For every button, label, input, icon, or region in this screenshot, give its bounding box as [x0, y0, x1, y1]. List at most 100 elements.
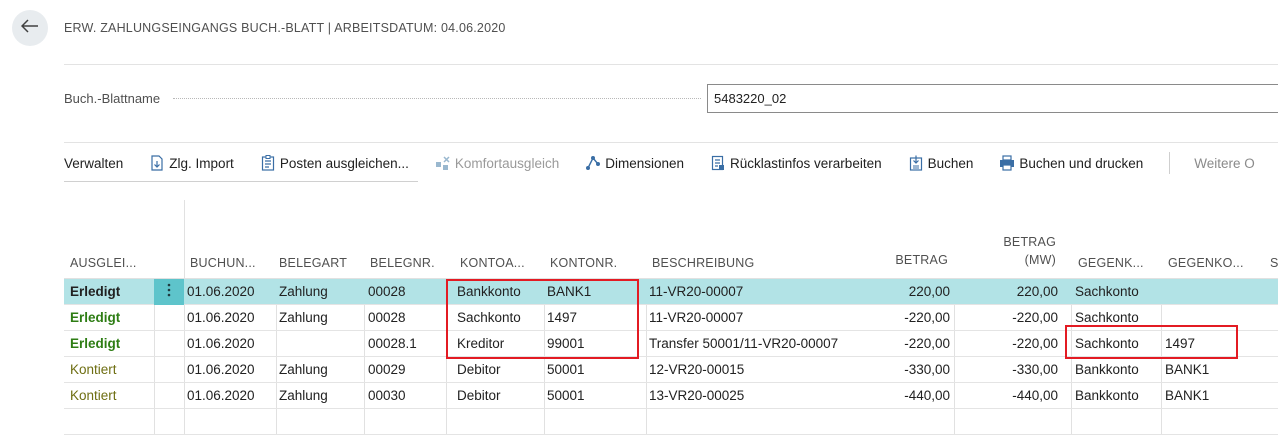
- account-no-cell[interactable]: 50001: [547, 383, 585, 409]
- status-cell: Erledigt: [70, 310, 121, 325]
- col-header-buchungsdatum[interactable]: BUCHUN...: [190, 230, 274, 278]
- amount-lcy-cell[interactable]: -440,00: [964, 383, 1058, 409]
- table-row[interactable]: Kontiert 01.06.2020 Zahlung 00030 Debito…: [64, 383, 1278, 409]
- document-no-cell[interactable]: 00028: [368, 305, 406, 331]
- amount-cell[interactable]: -220,00: [854, 305, 950, 331]
- col-header-ausgleich[interactable]: AUSGLEI...: [70, 230, 150, 278]
- action-separator: [1169, 152, 1171, 174]
- journal-name-label: Buch.-Blattname: [64, 91, 161, 106]
- document-no-cell[interactable]: 00028: [368, 279, 406, 305]
- col-header-betrag-mw[interactable]: BETRAG (MW): [964, 230, 1056, 278]
- returns-document-icon: [710, 155, 726, 171]
- post-and-print-button[interactable]: Buchen und drucken: [999, 155, 1143, 171]
- more-vertical-icon: [167, 283, 171, 302]
- posting-date-cell[interactable]: 01.06.2020: [187, 305, 255, 331]
- document-type-cell[interactable]: Zahlung: [279, 357, 328, 383]
- divider: [64, 64, 1278, 65]
- dimensions-icon: [585, 155, 601, 171]
- apply-entries-icon: [260, 155, 276, 171]
- journal-name-input[interactable]: [707, 84, 1278, 113]
- col-header-beschreibung[interactable]: BESCHREIBUNG: [652, 230, 852, 278]
- bal-account-no-cell[interactable]: BANK1: [1165, 383, 1209, 409]
- process-returns-button[interactable]: Rücklastinfos verarbeiten: [710, 155, 882, 171]
- posting-date-cell[interactable]: 01.06.2020: [187, 357, 255, 383]
- post-and-print-label: Buchen und drucken: [1019, 155, 1144, 171]
- col-header-betrag-mw-line2: (MW): [1024, 253, 1056, 268]
- description-cell[interactable]: Transfer 50001/11-VR20-00007: [649, 331, 838, 357]
- col-header-extra[interactable]: S: [1270, 230, 1278, 278]
- arrow-left-icon: [20, 18, 39, 38]
- manage-label: Verwalten: [64, 155, 124, 171]
- description-cell[interactable]: 11-VR20-00007: [649, 305, 743, 331]
- amount-cell[interactable]: -440,00: [854, 383, 950, 409]
- post-label: Buchen: [927, 155, 974, 171]
- account-no-cell[interactable]: 50001: [547, 357, 585, 383]
- apply-entries-label: Posten ausgleichen...: [279, 155, 409, 171]
- amount-cell[interactable]: -330,00: [854, 357, 950, 383]
- account-type-cell[interactable]: Debitor: [457, 357, 501, 383]
- posting-date-cell[interactable]: 01.06.2020: [187, 331, 255, 357]
- status-cell: Kontiert: [70, 362, 117, 377]
- col-header-belegart[interactable]: BELEGART: [279, 230, 363, 278]
- dimensions-button[interactable]: Dimensionen: [585, 155, 684, 171]
- manage-menu-button[interactable]: Verwalten: [64, 156, 123, 171]
- bal-account-type-cell[interactable]: Bankkonto: [1075, 383, 1139, 409]
- table-row[interactable]: Erledigt 01.06.2020 Zahlung 00028 Bankko…: [64, 279, 1278, 305]
- document-type-cell[interactable]: Zahlung: [279, 383, 328, 409]
- action-bar: Verwalten Zlg. Import Posten ausgleichen…: [64, 152, 1278, 174]
- more-options-label: Weitere O: [1194, 155, 1255, 171]
- document-no-cell[interactable]: 00029: [368, 357, 406, 383]
- bal-account-type-cell[interactable]: Bankkonto: [1075, 357, 1139, 383]
- dimensions-label: Dimensionen: [605, 155, 685, 171]
- amount-lcy-cell[interactable]: -220,00: [964, 305, 1058, 331]
- description-cell[interactable]: 11-VR20-00007: [649, 279, 743, 305]
- more-options-button[interactable]: Weitere O: [1194, 156, 1255, 171]
- comfort-apply-label: Komfortausgleich: [454, 155, 560, 171]
- highlight-box-bal-account: [1065, 325, 1238, 359]
- amount-lcy-cell[interactable]: -220,00: [964, 331, 1058, 357]
- description-cell[interactable]: 12-VR20-00015: [649, 357, 744, 383]
- back-button[interactable]: [12, 10, 48, 46]
- import-icon: [149, 155, 165, 171]
- post-icon: [908, 155, 924, 171]
- posting-date-cell[interactable]: 01.06.2020: [187, 279, 255, 305]
- amount-lcy-cell[interactable]: 220,00: [964, 279, 1058, 305]
- comfort-apply-button[interactable]: Komfortausgleich: [435, 155, 559, 171]
- payment-import-button[interactable]: Zlg. Import: [149, 155, 234, 171]
- divider: [64, 181, 418, 182]
- process-returns-label: Rücklastinfos verarbeiten: [730, 155, 882, 171]
- highlight-box-account: [446, 279, 639, 359]
- page-title: ERW. ZAHLUNGSEINGANGS BUCH.-BLATT | ARBE…: [64, 21, 506, 35]
- divider: [64, 142, 1278, 143]
- posting-date-cell[interactable]: 01.06.2020: [187, 383, 255, 409]
- print-icon: [999, 155, 1015, 171]
- document-type-cell[interactable]: Zahlung: [279, 305, 328, 331]
- col-header-betrag-mw-line1: BETRAG: [1003, 234, 1056, 249]
- col-header-gegenkontonr[interactable]: GEGENKO...: [1168, 230, 1258, 278]
- document-type-cell[interactable]: Zahlung: [279, 279, 328, 305]
- status-cell: Erledigt: [70, 336, 121, 351]
- col-header-belegnr[interactable]: BELEGNR.: [370, 230, 444, 278]
- account-type-cell[interactable]: Debitor: [457, 383, 501, 409]
- bal-account-no-cell[interactable]: BANK1: [1165, 357, 1209, 383]
- field-leader-dots: [173, 98, 701, 99]
- col-header-kontonr[interactable]: KONTONR.: [550, 230, 644, 278]
- empty-new-row[interactable]: [64, 409, 1278, 435]
- table-row[interactable]: Kontiert 01.06.2020 Zahlung 00029 Debito…: [64, 357, 1278, 383]
- post-button[interactable]: Buchen: [908, 155, 974, 171]
- comfort-apply-icon: [435, 155, 451, 171]
- amount-cell[interactable]: 220,00: [854, 279, 950, 305]
- amount-cell[interactable]: -220,00: [854, 331, 950, 357]
- apply-entries-button[interactable]: Posten ausgleichen...: [260, 155, 409, 171]
- description-cell[interactable]: 13-VR20-00025: [649, 383, 744, 409]
- row-actions-button[interactable]: [154, 279, 184, 305]
- col-header-betrag[interactable]: BETRAG: [864, 230, 948, 278]
- col-header-kontoart[interactable]: KONTOA...: [460, 230, 542, 278]
- document-no-cell[interactable]: 00028.1: [368, 331, 417, 357]
- col-header-gegenkontoart[interactable]: GEGENK...: [1078, 230, 1160, 278]
- bal-account-type-cell[interactable]: Sachkonto: [1075, 279, 1139, 305]
- payment-import-label: Zlg. Import: [169, 155, 234, 171]
- amount-lcy-cell[interactable]: -330,00: [964, 357, 1058, 383]
- document-no-cell[interactable]: 00030: [368, 383, 406, 409]
- status-cell: Kontiert: [70, 388, 117, 403]
